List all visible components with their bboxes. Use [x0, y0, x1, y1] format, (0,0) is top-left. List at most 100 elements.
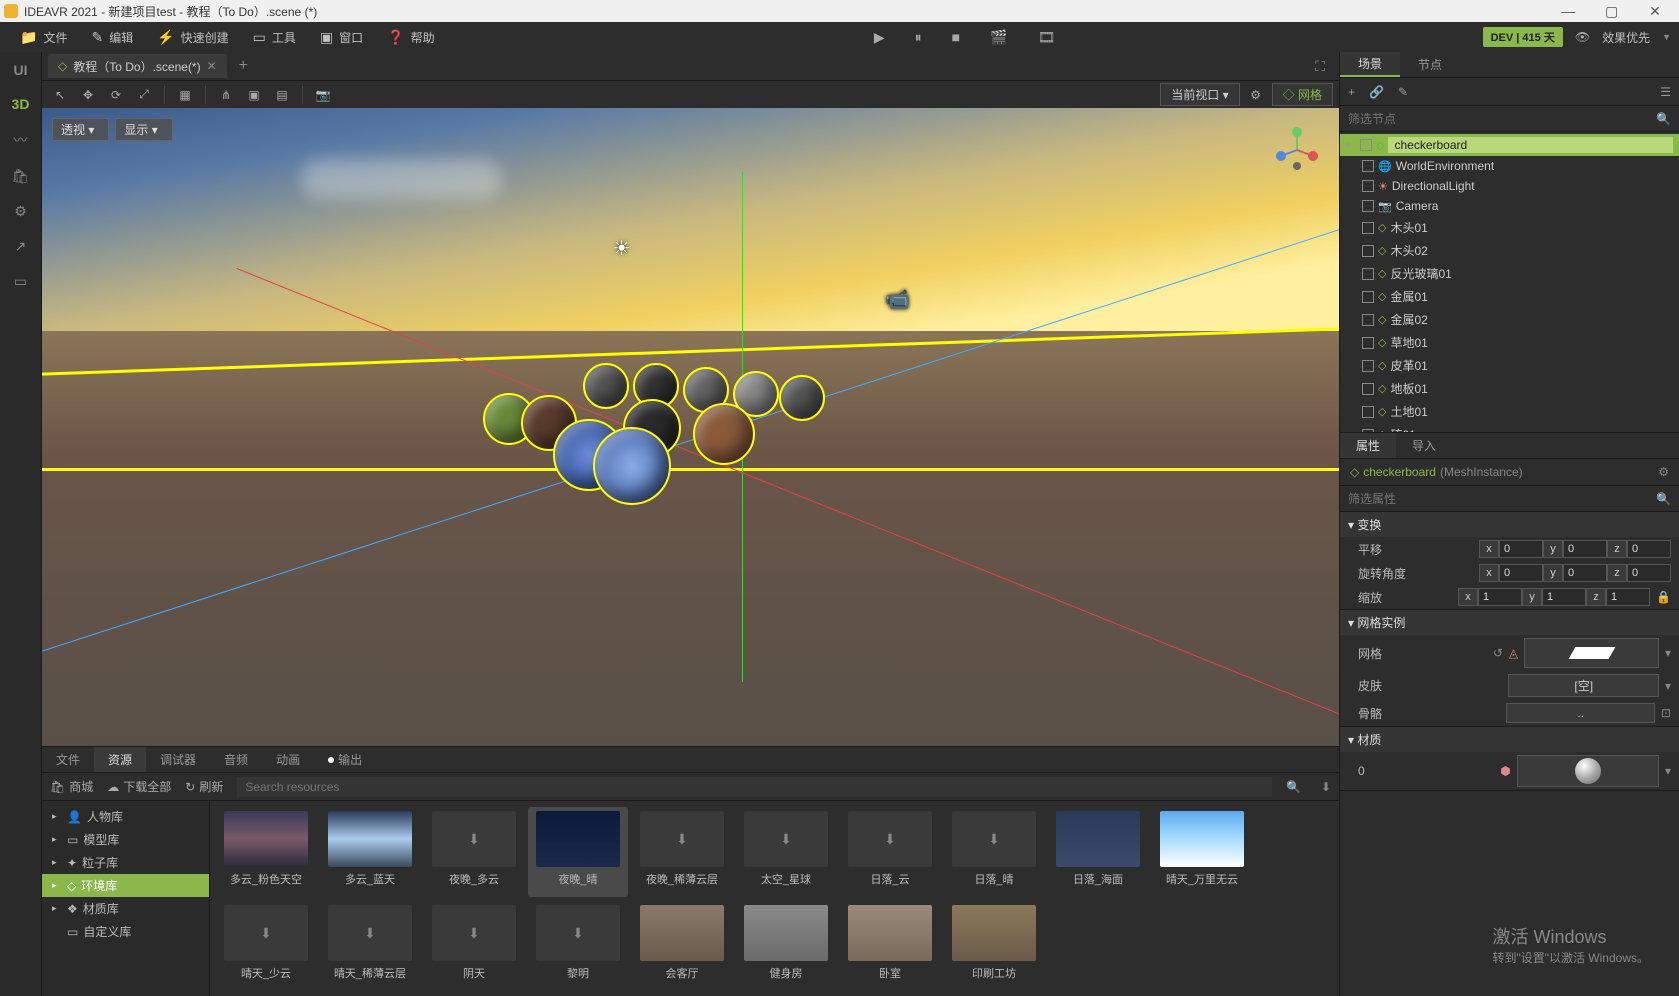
asset-item[interactable]: 健身房: [736, 901, 836, 991]
scene-node[interactable]: ◇草地01: [1340, 331, 1679, 354]
leftbar-export-icon[interactable]: ↗: [15, 238, 27, 255]
scene-node[interactable]: ◇地板01: [1340, 377, 1679, 400]
download-all-button[interactable]: ☁ 下载全部: [107, 778, 171, 795]
menu-编辑[interactable]: ✎编辑: [79, 29, 145, 46]
search-icon[interactable]: 🔍: [1656, 492, 1671, 506]
rotate-x[interactable]: [1499, 564, 1543, 582]
close-icon[interactable]: ✕: [1635, 3, 1675, 20]
material-spheres[interactable]: [483, 363, 803, 503]
scene-search-input[interactable]: [1348, 112, 1656, 126]
translate-z[interactable]: [1627, 540, 1671, 558]
select-tool-icon[interactable]: ↖: [48, 84, 72, 106]
assign-icon[interactable]: ⊡: [1661, 706, 1671, 720]
rotate-y[interactable]: [1563, 564, 1607, 582]
resource-category[interactable]: ▸✦粒子库: [42, 851, 209, 874]
menu-icon[interactable]: ☰: [1660, 85, 1671, 99]
rotate-tool-icon[interactable]: ⟳: [104, 84, 128, 106]
viewport-3d[interactable]: 透视 ▾ 显示 ▾ ☀ 📹: [42, 108, 1339, 746]
asset-item[interactable]: 多云_蓝天: [320, 807, 420, 897]
refresh-button[interactable]: ↻ 刷新: [185, 778, 223, 795]
search-icon[interactable]: 🔍: [1656, 112, 1671, 126]
dropdown-icon[interactable]: ▾: [1665, 764, 1671, 778]
search-icon[interactable]: 🔍: [1286, 780, 1301, 794]
tab-properties[interactable]: 属性: [1340, 433, 1396, 458]
translate-y[interactable]: [1563, 540, 1607, 558]
scene-node[interactable]: ◇土地01: [1340, 400, 1679, 423]
scene-node[interactable]: ☀DirectionalLight: [1340, 176, 1679, 196]
scene-node[interactable]: 📷Camera: [1340, 196, 1679, 216]
bottom-tab-0[interactable]: 文件: [42, 747, 94, 772]
asset-item[interactable]: ⬇晴天_稀薄云层: [320, 901, 420, 991]
leftbar-settings-icon[interactable]: ⚙: [14, 203, 27, 220]
asset-item[interactable]: 晴天_万里无云: [1152, 807, 1252, 897]
scale-x[interactable]: [1478, 588, 1522, 606]
scene-node[interactable]: ◇木头02: [1340, 239, 1679, 262]
resource-category[interactable]: ▸◇环境库: [42, 874, 209, 897]
menu-工具[interactable]: ▭工具: [241, 29, 308, 46]
bottom-tab-5[interactable]: 输出: [314, 747, 376, 772]
mesh-field[interactable]: [1524, 638, 1659, 668]
asset-item[interactable]: 印刷工坊: [944, 901, 1044, 991]
scale-tool-icon[interactable]: ⤢: [132, 84, 156, 106]
menu-窗口[interactable]: ▣窗口: [308, 29, 375, 46]
resource-category[interactable]: ▭自定义库: [42, 920, 209, 943]
scene-node[interactable]: ◇反光玻璃01: [1340, 262, 1679, 285]
property-search-input[interactable]: [1348, 492, 1656, 506]
section-meshinstance[interactable]: ▾ 网格实例: [1340, 610, 1679, 635]
menu-帮助[interactable]: ❓帮助: [375, 29, 446, 46]
add-tab-icon[interactable]: +: [239, 57, 248, 75]
bottom-tab-4[interactable]: 动画: [262, 747, 314, 772]
visibility-icon[interactable]: 👁: [1575, 30, 1590, 44]
section-material[interactable]: ▾ 材质: [1340, 727, 1679, 752]
dropdown-icon[interactable]: ▼: [1662, 32, 1671, 42]
inspector-settings-icon[interactable]: ⚙: [1658, 465, 1669, 479]
asset-item[interactable]: ⬇黎明: [528, 901, 628, 991]
bottom-tab-1[interactable]: 资源: [94, 747, 146, 772]
rotate-z[interactable]: [1627, 564, 1671, 582]
skeleton-field[interactable]: ..: [1506, 703, 1654, 723]
section-transform[interactable]: ▾ 变换: [1340, 512, 1679, 537]
asset-item[interactable]: ⬇日落_晴: [944, 807, 1044, 897]
resource-category[interactable]: ▸❖材质库: [42, 897, 209, 920]
menu-文件[interactable]: 📁文件: [8, 29, 79, 46]
download-icon[interactable]: ⬇: [1321, 780, 1331, 794]
display-dropdown[interactable]: 显示 ▾: [115, 118, 172, 141]
scene-node[interactable]: 🌐WorldEnvironment: [1340, 156, 1679, 176]
tab-node[interactable]: 节点: [1400, 52, 1460, 77]
local-icon[interactable]: ⋔: [214, 84, 238, 106]
pause-icon[interactable]: ⏸: [915, 29, 922, 46]
add-node-icon[interactable]: +: [1348, 85, 1355, 99]
dropdown-icon[interactable]: ▾: [1665, 679, 1671, 693]
move-tool-icon[interactable]: ✥: [76, 84, 100, 106]
scene-root[interactable]: ▾◇checkerboard: [1340, 134, 1679, 156]
resource-search-input[interactable]: [237, 777, 1272, 797]
material-field[interactable]: [1517, 755, 1659, 787]
stop-icon[interactable]: ■: [952, 29, 960, 46]
asset-item[interactable]: ⬇夜晚_多云: [424, 807, 524, 897]
viewport-settings-icon[interactable]: ⚙: [1244, 84, 1268, 106]
resource-category[interactable]: ▸▭模型库: [42, 828, 209, 851]
scale-z[interactable]: [1606, 588, 1650, 606]
tab-import[interactable]: 导入: [1396, 433, 1452, 458]
asset-item[interactable]: 夜晚_晴: [528, 807, 628, 897]
asset-item[interactable]: ⬇太空_星球: [736, 807, 836, 897]
leftbar-curve-icon[interactable]: 〰: [14, 130, 28, 150]
scene-tab[interactable]: ◇ 教程（To Do）.scene(*) ✕: [48, 54, 227, 78]
scene-node[interactable]: ◇木头01: [1340, 216, 1679, 239]
asset-item[interactable]: ⬇夜晚_稀薄云层: [632, 807, 732, 897]
skin-field[interactable]: [空]: [1508, 674, 1658, 697]
translate-x[interactable]: [1499, 540, 1543, 558]
dropdown-icon[interactable]: ▾: [1665, 646, 1671, 660]
leftbar-shop-icon[interactable]: 🛍: [12, 168, 30, 185]
scale-y[interactable]: [1542, 588, 1586, 606]
bottom-tab-3[interactable]: 音频: [210, 747, 262, 772]
scene-node[interactable]: ◇砖01: [1340, 423, 1679, 432]
scene-node[interactable]: ◇金属02: [1340, 308, 1679, 331]
scene-node[interactable]: ◇皮革01: [1340, 354, 1679, 377]
menu-快速创建[interactable]: ⚡快速创建: [145, 29, 240, 46]
scene-node[interactable]: ◇金属01: [1340, 285, 1679, 308]
grid-toggle[interactable]: ◇ 网格: [1272, 83, 1333, 106]
leftbar-ui[interactable]: UI: [14, 62, 28, 78]
camera-icon[interactable]: 📷: [311, 84, 335, 106]
play-icon[interactable]: ▶: [874, 29, 885, 46]
